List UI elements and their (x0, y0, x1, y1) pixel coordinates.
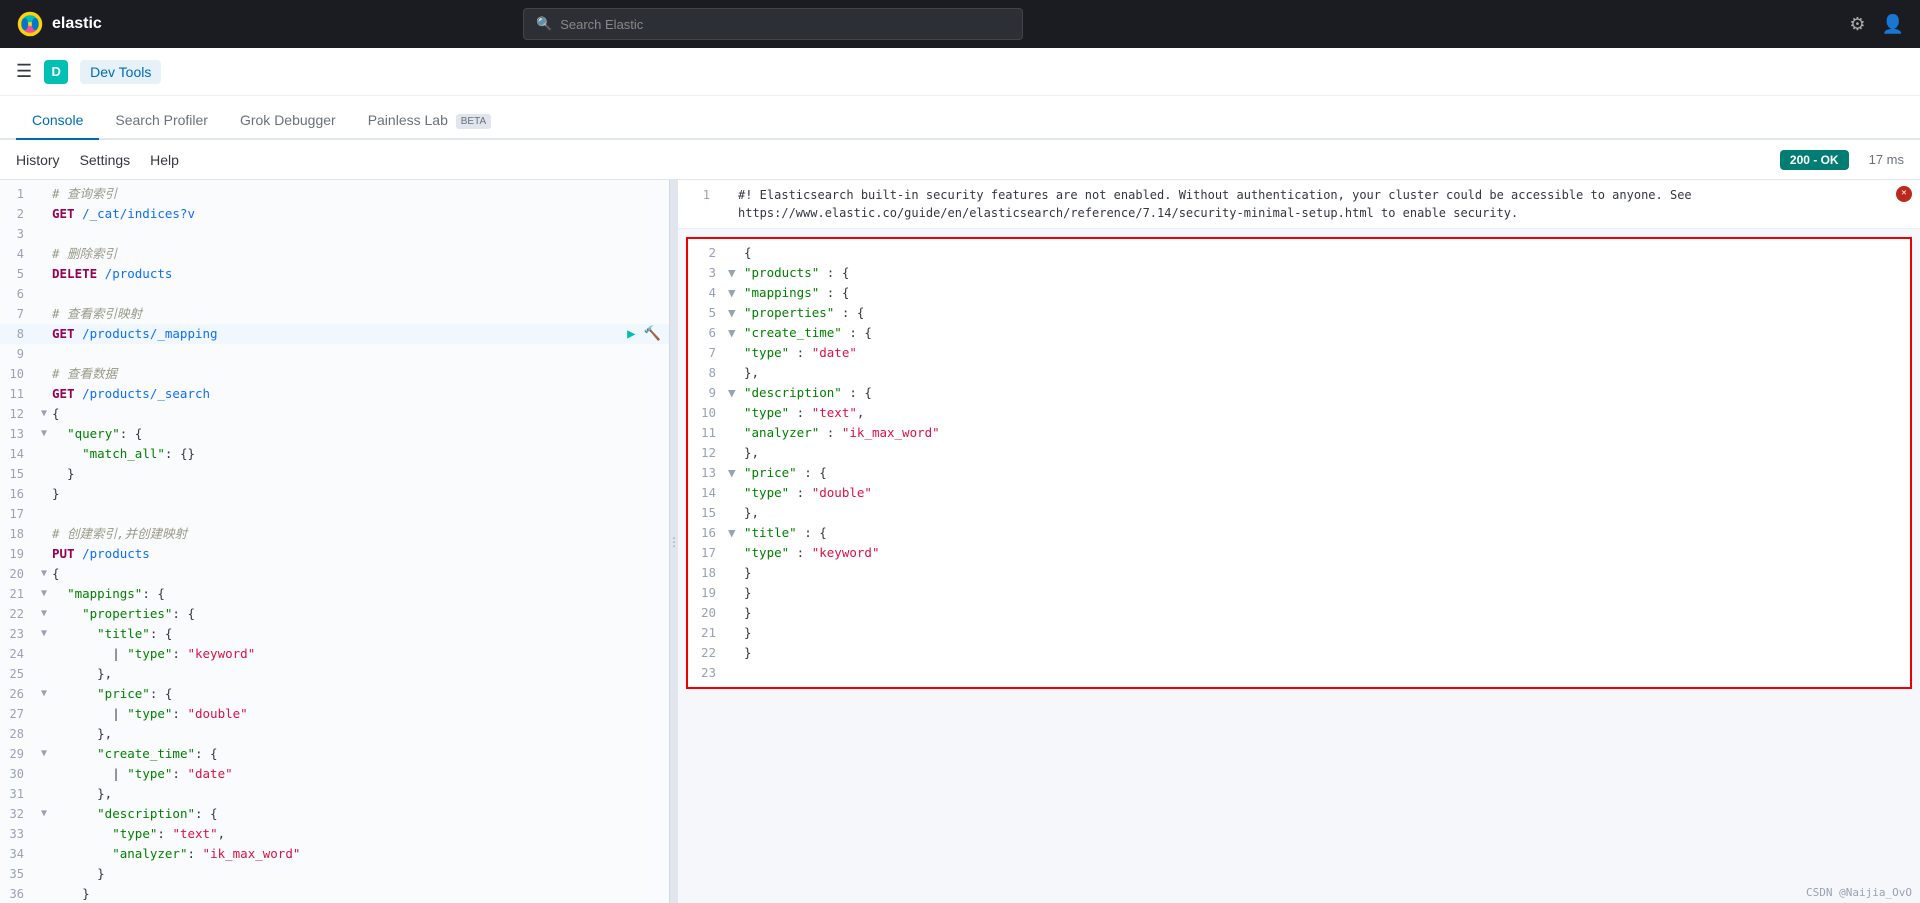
app-name[interactable]: Dev Tools (80, 60, 161, 84)
beta-badge: BETA (456, 114, 491, 129)
code-line-2: 2 GET /_cat/indices?v (0, 204, 669, 224)
code-line-19: 19 PUT /products (0, 544, 669, 564)
code-line-24: 24 | "type": "keyword" (0, 644, 669, 664)
tab-grok-debugger[interactable]: Grok Debugger (224, 102, 352, 140)
response-footer: CSDN @Naijia_OvO (1806, 886, 1912, 899)
code-line-29: 29 ▼ "create_time": { (0, 744, 669, 764)
code-line-3: 3 (0, 224, 669, 244)
code-line-23: 23 ▼ "title": { (0, 624, 669, 644)
resp-line-6: 6 ▼ "create_time" : { (688, 323, 1910, 343)
code-line-9: 9 (0, 344, 669, 364)
tab-painless-lab[interactable]: Painless Lab BETA (352, 102, 507, 140)
resp-line-5: 5 ▼ "properties" : { (688, 303, 1910, 323)
code-line-33: 33 "type": "text", (0, 824, 669, 844)
code-line-30: 30 | "type": "date" (0, 764, 669, 784)
code-line-35: 35 } (0, 864, 669, 884)
resp-line-8: 8 }, (688, 363, 1910, 383)
resp-line-16: 16 ▼ "title" : { (688, 523, 1910, 543)
resp-line-2: 2 { (688, 243, 1910, 263)
code-line-6: 6 (0, 284, 669, 304)
resp-line-4: 4 ▼ "mappings" : { (688, 283, 1910, 303)
response-warning-text: #! Elasticsearch built-in security featu… (738, 186, 1888, 222)
resp-line-11: 11 "analyzer" : "ik_max_word" (688, 423, 1910, 443)
resp-line-14: 14 "type" : "double" (688, 483, 1910, 503)
nav-icons: ⚙ 👤 (1849, 14, 1904, 35)
code-line-13: 13 ▼ "query": { (0, 424, 669, 444)
code-line-8: 8 GET /products/_mapping ▶ 🔨 (0, 324, 669, 344)
user-icon[interactable]: 👤 (1882, 14, 1904, 35)
resp-line-13: 13 ▼ "price" : { (688, 463, 1910, 483)
resp-line-18: 18 } (688, 563, 1910, 583)
elastic-logo-text: elastic (52, 15, 102, 33)
tab-bar: Console Search Profiler Grok Debugger Pa… (0, 96, 1920, 140)
resp-line-17: 17 "type" : "keyword" (688, 543, 1910, 563)
code-lines: 1 # 查询索引 2 GET /_cat/indices?v 3 4 # 删除索… (0, 180, 669, 903)
resp-line-22: 22 } (688, 643, 1910, 663)
code-line-10: 10 # 查看数据 (0, 364, 669, 384)
editor-area: 1 # 查询索引 2 GET /_cat/indices?v 3 4 # 删除索… (0, 180, 1920, 903)
code-line-34: 34 "analyzer": "ik_max_word" (0, 844, 669, 864)
resp-line-3: 3 ▼ "products" : { (688, 263, 1910, 283)
resp-line-21: 21 } (688, 623, 1910, 643)
tab-search-profiler[interactable]: Search Profiler (99, 102, 224, 140)
help-button[interactable]: Help (150, 152, 179, 168)
code-line-14: 14 "match_all": {} (0, 444, 669, 464)
hamburger-icon[interactable]: ☰ (16, 61, 32, 82)
time-badge: 17 ms (1869, 152, 1904, 167)
code-line-20: 20 ▼ { (0, 564, 669, 584)
code-line-28: 28 }, (0, 724, 669, 744)
code-line-12: 12 ▼ { (0, 404, 669, 424)
code-line-22: 22 ▼ "properties": { (0, 604, 669, 624)
code-line-4: 4 # 删除索引 (0, 244, 669, 264)
resp-line-7: 7 "type" : "date" (688, 343, 1910, 363)
pane-divider[interactable]: ⋮ (670, 180, 678, 903)
code-line-21: 21 ▼ "mappings": { (0, 584, 669, 604)
code-line-11: 11 GET /products/_search (0, 384, 669, 404)
settings-button[interactable]: Settings (80, 152, 131, 168)
code-line-17: 17 (0, 504, 669, 524)
code-line-31: 31 }, (0, 784, 669, 804)
left-editor-pane[interactable]: 1 # 查询索引 2 GET /_cat/indices?v 3 4 # 删除索… (0, 180, 670, 903)
code-line-1: 1 # 查询索引 (0, 184, 669, 204)
response-json-box: 2 { 3 ▼ "products" : { 4 ▼ "mappings" : … (686, 237, 1912, 689)
resp-line-15: 15 }, (688, 503, 1910, 523)
search-bar[interactable]: 🔍 Search Elastic (523, 8, 1023, 40)
app-bar: ☰ D Dev Tools (0, 48, 1920, 96)
code-line-18: 18 # 创建索引,并创建映射 (0, 524, 669, 544)
code-line-26: 26 ▼ "price": { (0, 684, 669, 704)
code-line-32: 32 ▼ "description": { (0, 804, 669, 824)
resp-line-10: 10 "type" : "text", (688, 403, 1910, 423)
wrench-icon[interactable]: 🔨 (644, 324, 661, 344)
app-badge: D (44, 60, 68, 84)
elastic-logo[interactable]: elastic (16, 10, 102, 38)
resp-line-19: 19 } (688, 583, 1910, 603)
code-line-16: 16 } (0, 484, 669, 504)
resp-line-20: 20 } (688, 603, 1910, 623)
history-button[interactable]: History (16, 152, 60, 168)
response-line-num-1: 1 (686, 186, 722, 204)
search-icon: 🔍 (536, 16, 552, 32)
resp-line-9: 9 ▼ "description" : { (688, 383, 1910, 403)
tab-console[interactable]: Console (16, 102, 99, 140)
code-line-36: 36 } (0, 884, 669, 903)
resp-line-23: 23 (688, 663, 1910, 683)
code-line-15: 15 } (0, 464, 669, 484)
resp-line-12: 12 }, (688, 443, 1910, 463)
status-badge: 200 - OK (1780, 150, 1849, 170)
run-button[interactable]: ▶ (627, 324, 635, 344)
settings-icon[interactable]: ⚙ (1849, 14, 1865, 35)
top-navigation: elastic 🔍 Search Elastic ⚙ 👤 (0, 0, 1920, 48)
warning-close-button[interactable]: ✕ (1896, 186, 1912, 202)
code-line-5: 5 DELETE /products (0, 264, 669, 284)
code-line-27: 27 | "type": "double" (0, 704, 669, 724)
code-line-25: 25 }, (0, 664, 669, 684)
search-placeholder: Search Elastic (560, 17, 643, 32)
right-response-pane[interactable]: 1 #! Elasticsearch built-in security fea… (678, 180, 1920, 903)
code-line-7: 7 # 查看索引映射 (0, 304, 669, 324)
toolbar: History Settings Help 200 - OK 17 ms (0, 140, 1920, 180)
